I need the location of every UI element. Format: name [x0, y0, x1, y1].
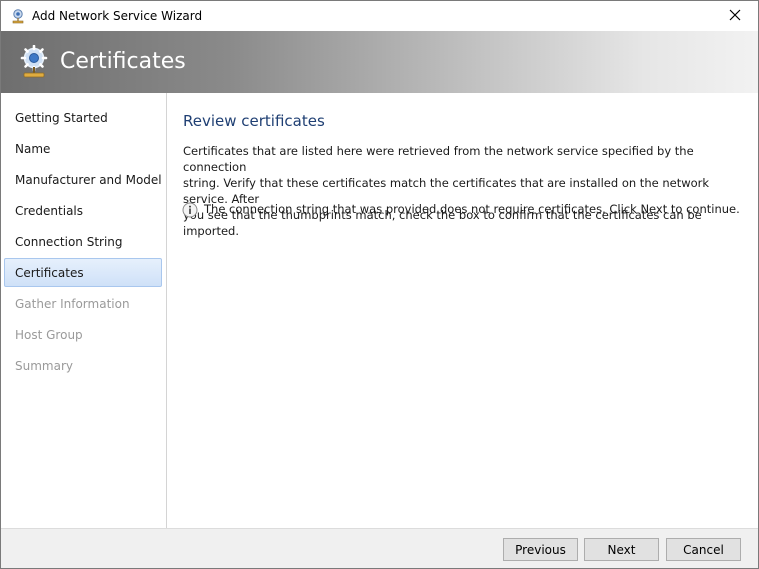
network-service-icon [17, 44, 51, 79]
nav-item-getting-started[interactable]: Getting Started [4, 103, 162, 132]
nav-item-name[interactable]: Name [4, 134, 162, 163]
nav-item-credentials[interactable]: Credentials [4, 196, 162, 225]
page-heading: Review certificates [183, 112, 325, 130]
close-button[interactable] [712, 1, 758, 31]
network-service-icon [10, 8, 26, 24]
cancel-button[interactable]: Cancel [666, 538, 741, 561]
nav-item-host-group: Host Group [15, 328, 83, 342]
nav-item-connection-string[interactable]: Connection String [4, 227, 162, 256]
nav-item-gather-information: Gather Information [15, 297, 130, 311]
info-icon [182, 202, 198, 218]
nav-item-summary: Summary [15, 359, 73, 373]
description-text: Certificates that are listed here were r… [183, 143, 723, 239]
info-text: The connection string that was provided … [204, 202, 740, 216]
wizard-steps-nav: Getting Started Name Manufacturer and Mo… [1, 93, 167, 528]
banner-title: Certificates [60, 49, 186, 74]
next-button[interactable]: Next [584, 538, 659, 561]
description-line: Certificates that are listed here were r… [183, 144, 694, 174]
previous-button[interactable]: Previous [503, 538, 578, 561]
info-message: The connection string that was provided … [182, 201, 742, 219]
close-icon [729, 9, 741, 24]
nav-item-manufacturer-and-model[interactable]: Manufacturer and Model [4, 165, 162, 194]
wizard-window: Add Network Service Wizard Certificates … [0, 0, 759, 569]
content-panel: Review certificates Certificates that ar… [167, 93, 758, 528]
title-bar: Add Network Service Wizard [1, 1, 758, 31]
window-title: Add Network Service Wizard [32, 9, 203, 23]
header-banner: Certificates [1, 31, 758, 93]
footer-bar: Previous Next Cancel [1, 528, 758, 568]
nav-item-certificates[interactable]: Certificates [4, 258, 162, 287]
